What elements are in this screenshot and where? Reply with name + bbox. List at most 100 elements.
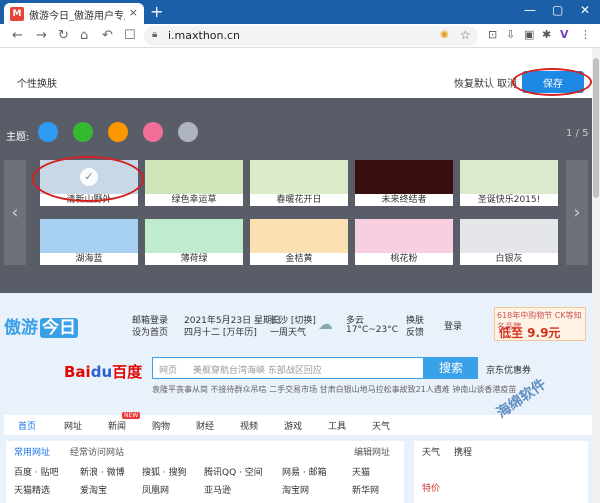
page-indicator: 1 / 5 xyxy=(566,128,589,139)
lock-icon: 🔒︎ xyxy=(152,29,158,40)
set-homepage-link[interactable]: 设为首页 xyxy=(132,325,168,338)
browser-tab-bar: M 傲游今日_傲游用户专属的网址导航 × + — ▢ ✕ xyxy=(0,0,600,24)
next-arrow-icon[interactable]: › xyxy=(566,160,588,265)
theme-color-gray[interactable] xyxy=(178,122,198,142)
weather-widget[interactable]: 天气 xyxy=(416,445,446,458)
back-icon[interactable]: ← xyxy=(12,28,23,43)
skin-name: 桃花粉 xyxy=(390,254,418,264)
tab-close-icon[interactable]: × xyxy=(129,6,138,19)
tab-games[interactable]: 游戏 xyxy=(284,419,302,432)
ad-banner[interactable]: 618年中购物节 CK等知名品牌 低至 9.9元 xyxy=(494,307,586,341)
tab-weather[interactable]: 天气 xyxy=(372,419,390,432)
site-link[interactable]: 百度 · 贴吧 xyxy=(14,465,59,478)
maxthon-logo[interactable]: 傲游 今日 xyxy=(4,313,78,338)
skin-name: 春暖花开日 xyxy=(276,195,322,205)
extension-icon[interactable]: ⊡ xyxy=(488,28,497,41)
site-link[interactable]: 亚马逊 xyxy=(204,483,231,496)
star-icon[interactable]: ☆ xyxy=(460,28,471,42)
ctrip-widget[interactable]: 携程 xyxy=(448,445,478,458)
search-input[interactable]: 网页 美舰穿航台湾海峡 东部战区回应 xyxy=(152,357,424,379)
site-link[interactable]: 爱淘宝 xyxy=(80,483,107,496)
browser-tab[interactable]: M 傲游今日_傲游用户专属的网址导航 × xyxy=(4,3,144,24)
tab-common-sites[interactable]: 常用网址 xyxy=(14,445,50,458)
forward-icon[interactable]: → xyxy=(36,28,47,43)
site-link[interactable]: 搜狐 · 搜狗 xyxy=(142,465,187,478)
site-link[interactable]: 天猫精选 xyxy=(14,483,50,496)
tab-finance[interactable]: 财经 xyxy=(196,419,214,432)
puzzle-icon[interactable]: ✱ xyxy=(542,28,551,41)
search-button[interactable]: 搜索 xyxy=(424,357,478,379)
url-text: i.maxthon.cn xyxy=(168,29,241,42)
skin-preview xyxy=(145,219,243,253)
skin-card[interactable]: 薄荷绿 xyxy=(145,219,243,265)
tab-news[interactable]: 新闻 xyxy=(108,419,126,432)
extension-badge-icon[interactable]: ◉ xyxy=(440,29,449,40)
skin-card[interactable]: 未来终结者 xyxy=(355,160,453,206)
feedback-link[interactable]: 反馈 xyxy=(406,325,424,338)
skin-card[interactable]: 桃花粉 xyxy=(355,219,453,265)
themes-label: 主题: xyxy=(6,132,30,143)
download-icon[interactable]: ⇩ xyxy=(506,28,515,41)
site-link[interactable]: 淘宝网 xyxy=(282,483,309,496)
skin-card[interactable]: 绿色幸运草 xyxy=(145,160,243,206)
skin-preview xyxy=(145,160,243,194)
skin-card[interactable]: 湖海蓝 xyxy=(40,219,138,265)
tab-title: 傲游今日_傲游用户专属的网址导航 xyxy=(29,11,125,21)
site-link[interactable]: 网易 · 邮箱 xyxy=(282,465,327,478)
vpn-icon[interactable]: V xyxy=(560,28,569,41)
skin-preview xyxy=(460,219,558,253)
tab-shopping[interactable]: 购物 xyxy=(152,419,170,432)
skin-preview xyxy=(460,160,558,194)
edit-sites-link[interactable]: 编辑网址 xyxy=(354,445,390,458)
tab-sites[interactable]: 网址 xyxy=(64,419,82,432)
prev-arrow-icon[interactable]: ‹ xyxy=(4,160,26,265)
skin-card[interactable]: 圣诞快乐2015! xyxy=(460,160,558,206)
scrollbar-thumb[interactable] xyxy=(593,58,599,198)
skin-name: 湖海蓝 xyxy=(75,254,103,264)
theme-color-pink[interactable] xyxy=(143,122,163,142)
week-weather-link[interactable]: 一周天气 xyxy=(270,325,306,338)
new-tab-button[interactable]: + xyxy=(150,4,163,20)
skin-preview xyxy=(355,160,453,194)
save-highlight-circle xyxy=(512,68,592,96)
search-placeholder: 美舰穿航台湾海峡 东部战区回应 xyxy=(193,366,322,376)
skin-card[interactable]: 春暖花开日 xyxy=(250,160,348,206)
lunar-text[interactable]: 四月十二 [万年历] xyxy=(184,325,257,338)
maximize-icon[interactable]: ▢ xyxy=(552,3,563,17)
login-link[interactable]: 登录 xyxy=(444,319,462,332)
address-bar[interactable]: 🔒︎ i.maxthon.cn ◉ ☆ xyxy=(144,26,478,46)
search-type-select[interactable]: 网页 xyxy=(159,363,177,376)
skin-card[interactable]: 金桔黄 xyxy=(250,219,348,265)
site-link[interactable]: 天猫 xyxy=(352,465,370,478)
tab-frequent-sites[interactable]: 经常访问网站 xyxy=(70,445,124,458)
baidu-logo[interactable]: Baidu百度 xyxy=(64,361,142,382)
theme-color-blue[interactable] xyxy=(38,122,58,142)
site-link[interactable]: 腾讯QQ · 空间 xyxy=(204,465,263,478)
bookmarks-icon[interactable]: ☐ xyxy=(124,28,136,43)
close-window-icon[interactable]: ✕ xyxy=(580,3,590,17)
skin-name: 绿色幸运草 xyxy=(171,195,217,205)
undo-icon[interactable]: ↶ xyxy=(102,28,113,43)
minimize-icon[interactable]: — xyxy=(524,3,536,17)
skin-preview xyxy=(40,219,138,253)
jd-coupon-link[interactable]: 京东优惠券 xyxy=(486,363,531,376)
tab-home[interactable]: 首页 xyxy=(18,419,36,432)
site-link[interactable]: 新浪 · 微博 xyxy=(80,465,125,478)
theme-color-orange[interactable] xyxy=(108,122,128,142)
divider: | xyxy=(488,74,492,87)
home-icon[interactable]: ⌂ xyxy=(80,28,88,43)
tab-video[interactable]: 视频 xyxy=(240,419,258,432)
skin-card[interactable]: 白银灰 xyxy=(460,219,558,265)
theme-color-green[interactable] xyxy=(73,122,93,142)
skin-name: 金桔黄 xyxy=(285,254,313,264)
screenshot-icon[interactable]: ▣ xyxy=(524,28,534,41)
reload-icon[interactable]: ↻ xyxy=(58,28,69,43)
maxthon-favicon-icon: M xyxy=(10,7,24,21)
special-offer-widget[interactable]: 特价 xyxy=(416,481,446,494)
cloud-icon: ☁ xyxy=(318,315,333,333)
site-link[interactable]: 凤凰网 xyxy=(142,483,169,496)
menu-icon[interactable]: ⋮ xyxy=(580,28,591,41)
tab-tools[interactable]: 工具 xyxy=(328,419,346,432)
selected-skin-highlight-circle xyxy=(32,156,144,202)
site-link[interactable]: 新华网 xyxy=(352,483,379,496)
